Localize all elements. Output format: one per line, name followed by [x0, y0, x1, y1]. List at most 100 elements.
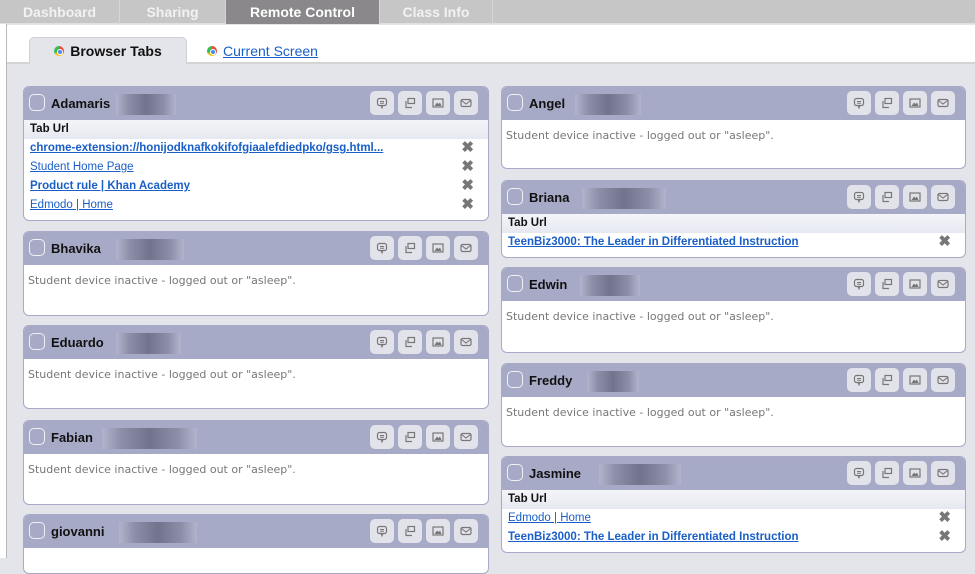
email-button[interactable] [931, 185, 955, 209]
close-tab-icon[interactable]: ✖ [938, 234, 951, 250]
open-window-button[interactable] [875, 185, 899, 209]
message-button[interactable] [847, 91, 871, 115]
open-window-button[interactable] [398, 91, 422, 115]
tab-link[interactable]: Student Home Page [30, 161, 134, 173]
close-tab-icon[interactable]: ✖ [461, 178, 474, 194]
message-button[interactable] [370, 236, 394, 260]
email-button[interactable] [931, 91, 955, 115]
card-header: Eduardo [24, 326, 488, 359]
email-button[interactable] [454, 330, 478, 354]
message-button[interactable] [847, 461, 871, 485]
close-tab-icon[interactable]: ✖ [461, 140, 474, 156]
email-icon [937, 192, 949, 202]
tab-row: Student Home Page ✖ [24, 158, 488, 177]
screenshot-button[interactable] [903, 91, 927, 115]
close-tab-icon[interactable]: ✖ [938, 510, 951, 526]
inactive-message: Student device inactive - logged out or … [28, 274, 296, 287]
card-header: Bhavika [24, 232, 488, 265]
email-button[interactable] [454, 425, 478, 449]
chrome-icon [207, 45, 217, 56]
close-tab-icon[interactable]: ✖ [938, 529, 951, 545]
select-checkbox[interactable] [507, 464, 523, 481]
tab-link[interactable]: chrome-extension://honijodknafkokifofgia… [30, 142, 383, 154]
screenshot-button[interactable] [903, 368, 927, 392]
open-window-icon [405, 97, 416, 109]
email-button[interactable] [454, 519, 478, 543]
card-header: Briana [502, 181, 965, 214]
nav-tab-class-info[interactable]: Class Info [380, 0, 493, 24]
tab-link[interactable]: TeenBiz3000: The Leader in Differentiate… [508, 236, 799, 248]
message-icon [376, 431, 388, 443]
tab-link[interactable]: Edmodo | Home [508, 512, 591, 524]
card-header: Angel [502, 87, 965, 120]
screenshot-button[interactable] [426, 91, 450, 115]
select-checkbox[interactable] [29, 522, 45, 539]
open-window-button[interactable] [875, 91, 899, 115]
screenshot-button[interactable] [903, 461, 927, 485]
inactive-message: Student device inactive - logged out or … [506, 406, 774, 419]
message-button[interactable] [847, 185, 871, 209]
message-button[interactable] [370, 425, 394, 449]
message-button[interactable] [370, 91, 394, 115]
select-checkbox[interactable] [29, 239, 45, 256]
tab-link[interactable]: Product rule | Khan Academy [30, 180, 190, 192]
open-window-button[interactable] [875, 461, 899, 485]
message-button[interactable] [370, 519, 394, 543]
open-window-button[interactable] [398, 330, 422, 354]
select-checkbox[interactable] [507, 275, 523, 292]
email-icon [937, 98, 949, 108]
select-checkbox[interactable] [29, 428, 45, 445]
nav-tab-sharing[interactable]: Sharing [120, 0, 226, 24]
redacted-surname [116, 333, 181, 354]
close-tab-icon[interactable]: ✖ [461, 197, 474, 213]
subtab-current-screen[interactable]: Current Screen [207, 37, 318, 64]
screenshot-icon [432, 98, 444, 108]
student-card-fabian: Fabian Student device inactive - logged … [23, 420, 489, 505]
subtab-browser-tabs[interactable]: Browser Tabs [29, 37, 187, 64]
subtab-browser-tabs-label: Browser Tabs [70, 43, 162, 59]
open-window-button[interactable] [398, 236, 422, 260]
email-button[interactable] [931, 368, 955, 392]
screenshot-button[interactable] [426, 330, 450, 354]
select-checkbox[interactable] [507, 94, 523, 111]
tab-link[interactable]: TeenBiz3000: The Leader in Differentiate… [508, 531, 799, 543]
open-window-icon [405, 525, 416, 537]
email-button[interactable] [454, 91, 478, 115]
select-checkbox[interactable] [29, 333, 45, 350]
message-button[interactable] [847, 368, 871, 392]
screenshot-button[interactable] [903, 272, 927, 296]
redacted-surname [599, 464, 681, 485]
email-icon [460, 337, 472, 347]
redacted-surname [580, 275, 640, 296]
student-name: Bhavika [51, 241, 101, 256]
message-button[interactable] [370, 330, 394, 354]
close-tab-icon[interactable]: ✖ [461, 159, 474, 175]
email-icon [460, 526, 472, 536]
screenshot-button[interactable] [426, 519, 450, 543]
screenshot-button[interactable] [426, 425, 450, 449]
open-window-button[interactable] [875, 368, 899, 392]
message-icon [376, 336, 388, 348]
open-window-button[interactable] [398, 425, 422, 449]
open-window-button[interactable] [875, 272, 899, 296]
screenshot-button[interactable] [426, 236, 450, 260]
select-checkbox[interactable] [29, 94, 45, 111]
student-name: Angel [529, 96, 566, 111]
nav-tab-dashboard[interactable]: Dashboard [0, 0, 120, 24]
tab-row: Edmodo | Home ✖ [502, 509, 965, 528]
email-button[interactable] [454, 236, 478, 260]
nav-tab-remote-control[interactable]: Remote Control [226, 0, 380, 24]
email-button[interactable] [931, 461, 955, 485]
message-button[interactable] [847, 272, 871, 296]
open-window-button[interactable] [398, 519, 422, 543]
student-card-bhavika: Bhavika Student device inactive - logged… [23, 231, 489, 316]
student-name: Adamaris [51, 96, 111, 111]
screenshot-button[interactable] [903, 185, 927, 209]
select-checkbox[interactable] [507, 371, 523, 388]
open-window-icon [882, 467, 893, 479]
tab-link[interactable]: Edmodo | Home [30, 199, 113, 211]
email-button[interactable] [931, 272, 955, 296]
screenshot-icon [909, 279, 921, 289]
open-window-icon [882, 374, 893, 386]
select-checkbox[interactable] [507, 188, 523, 205]
